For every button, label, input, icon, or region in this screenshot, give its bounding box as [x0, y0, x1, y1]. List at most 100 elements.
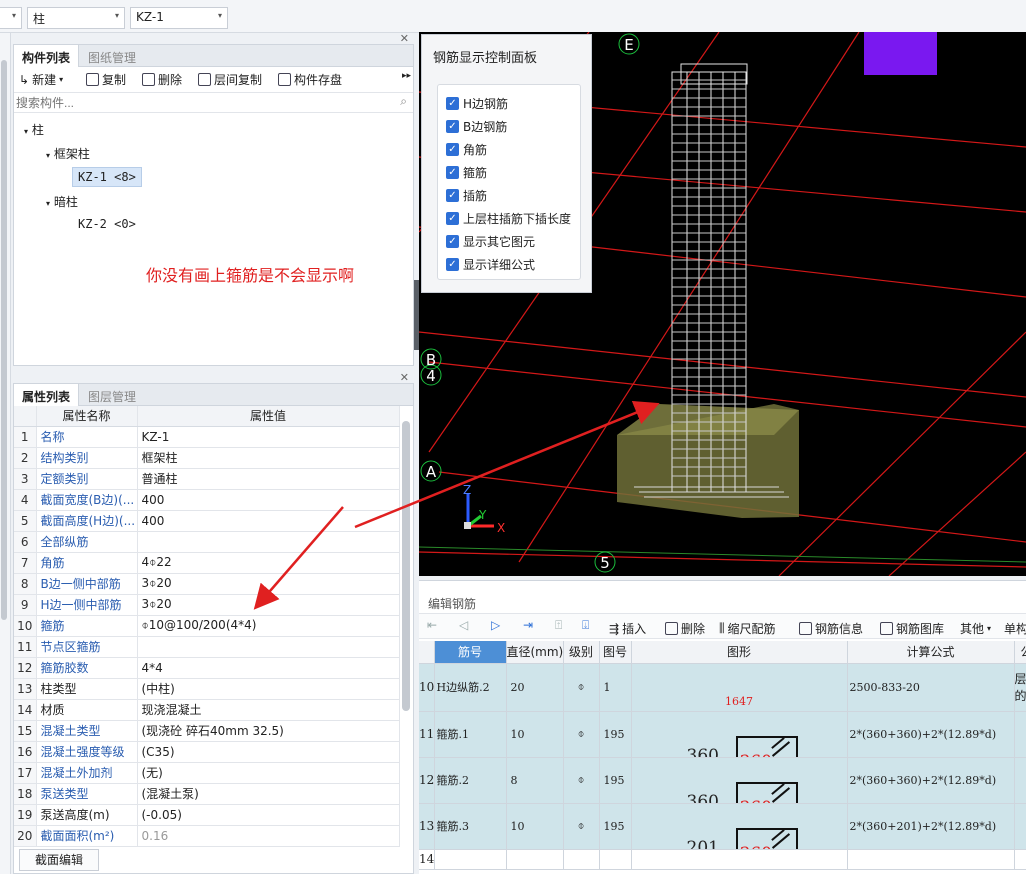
- tree-item-kz1[interactable]: KZ-1 <8>: [72, 167, 142, 187]
- display-option-checkbox[interactable]: ✓ 角筋: [446, 141, 487, 158]
- rebar-figure-no[interactable]: 195: [599, 757, 632, 804]
- tab-drawing-manage[interactable]: 图纸管理: [80, 45, 144, 67]
- display-option-checkbox[interactable]: ✓ 上层柱插筋下插长度: [446, 210, 571, 227]
- first-icon[interactable]: ⇤: [427, 618, 437, 632]
- property-value[interactable]: (现浇砼 碎石40mm 32.5): [137, 720, 400, 742]
- col-extra[interactable]: 公: [1014, 641, 1026, 664]
- category-combo[interactable]: 柱 ▾: [27, 7, 125, 29]
- property-row[interactable]: 7 角筋 4⌽22: [14, 552, 400, 574]
- rebar-bar-no[interactable]: 箍筋.3: [434, 803, 507, 850]
- rebar-extra[interactable]: 层 的: [1014, 663, 1026, 712]
- property-value[interactable]: [137, 531, 400, 553]
- tab-property-list[interactable]: 属性列表: [14, 384, 80, 406]
- floor-combo[interactable]: ▾: [0, 7, 22, 29]
- rebar-extra[interactable]: [1014, 803, 1026, 850]
- rebar-row[interactable]: 11 箍筋.1 10 ⌽ 195 360 360 2*(360+360)+2*(1…: [419, 711, 1026, 758]
- rebar-grade[interactable]: ⌽: [563, 803, 600, 850]
- rebar-bar-no[interactable]: [434, 849, 507, 870]
- property-value[interactable]: 0.16: [137, 825, 400, 847]
- rebar-extra[interactable]: [1014, 757, 1026, 804]
- rebar-bar-no[interactable]: 箍筋.1: [434, 711, 507, 758]
- rebar-formula[interactable]: 2500-833-20: [847, 663, 1015, 712]
- rebar-formula[interactable]: 2*(360+360)+2*(12.89*d): [847, 757, 1015, 804]
- col-shape[interactable]: 图形: [631, 641, 848, 664]
- save-component-button[interactable]: 构件存盘: [278, 71, 342, 88]
- property-row[interactable]: 14 材质 现浇混凝土: [14, 699, 400, 721]
- single-component-button[interactable]: 单构: [1004, 620, 1026, 637]
- property-value[interactable]: KZ-1: [137, 426, 400, 448]
- edit-delete-button[interactable]: 删除: [665, 620, 705, 637]
- property-value[interactable]: 3⌽20: [137, 594, 400, 616]
- rebar-diameter[interactable]: 20: [506, 663, 564, 712]
- rebar-row[interactable]: 13 箍筋.3 10 ⌽ 195 201 360 2*(360+201)+2*(1…: [419, 803, 1026, 850]
- property-value[interactable]: 普通柱: [137, 468, 400, 490]
- property-row[interactable]: 6 全部纵筋: [14, 531, 400, 553]
- tab-layer-manage[interactable]: 图层管理: [80, 384, 144, 406]
- rebar-grade[interactable]: [563, 849, 600, 870]
- move-up-icon[interactable]: ⍐: [555, 618, 562, 633]
- rebar-shape-cell[interactable]: 360 360: [631, 757, 848, 804]
- property-row[interactable]: 5 截面高度(H边)(... 400: [14, 510, 400, 532]
- property-row[interactable]: 20 截面面积(m²) 0.16: [14, 825, 400, 847]
- scale-rebar-button[interactable]: ⫼ 缩尺配筋: [719, 620, 776, 637]
- close-icon[interactable]: ✕: [400, 32, 409, 45]
- property-row[interactable]: 17 混凝土外加剂 (无): [14, 762, 400, 784]
- more-icon[interactable]: ▸▸: [402, 71, 411, 81]
- rebar-formula[interactable]: [847, 849, 1015, 870]
- property-row[interactable]: 19 泵送高度(m) (-0.05): [14, 804, 400, 826]
- prev-icon[interactable]: ◁: [459, 618, 468, 632]
- tree-node-frame-column[interactable]: ▾ 框架柱: [46, 145, 90, 162]
- property-row[interactable]: 16 混凝土强度等级 (C35): [14, 741, 400, 763]
- rebar-shape-cell[interactable]: 201 360: [631, 803, 848, 850]
- col-formula[interactable]: 计算公式: [847, 641, 1015, 664]
- rebar-diameter[interactable]: [506, 849, 564, 870]
- display-option-checkbox[interactable]: ✓ 箍筋: [446, 164, 487, 181]
- property-row[interactable]: 3 定额类别 普通柱: [14, 468, 400, 490]
- rebar-formula[interactable]: 2*(360+360)+2*(12.89*d): [847, 711, 1015, 758]
- property-row[interactable]: 9 H边一侧中部筋 3⌽20: [14, 594, 400, 616]
- display-option-checkbox[interactable]: ✓ 显示其它图元: [446, 233, 535, 250]
- property-row[interactable]: 18 泵送类型 (混凝土泵): [14, 783, 400, 805]
- col-grade[interactable]: 级别: [563, 641, 600, 664]
- rebar-grade[interactable]: ⌽: [563, 663, 600, 712]
- property-row[interactable]: 12 箍筋胶数 4*4: [14, 657, 400, 679]
- property-row[interactable]: 4 截面宽度(B边)(... 400: [14, 489, 400, 511]
- rebar-library-button[interactable]: 钢筋图库: [880, 620, 944, 637]
- rebar-diameter[interactable]: 10: [506, 711, 564, 758]
- insert-button[interactable]: ⇶ 插入: [609, 620, 646, 637]
- rebar-bar-no[interactable]: H边纵筋.2: [434, 663, 507, 712]
- other-menu-button[interactable]: 其他 ▾: [960, 620, 991, 637]
- property-row[interactable]: 11 节点区箍筋: [14, 636, 400, 658]
- tree-item-kz2[interactable]: KZ-2 <0>: [78, 217, 136, 231]
- property-value[interactable]: (C35): [137, 741, 400, 763]
- delete-button[interactable]: 删除: [142, 71, 182, 88]
- component-combo[interactable]: KZ-1 ▾: [130, 7, 228, 29]
- display-option-checkbox[interactable]: ✓ 显示详细公式: [446, 256, 535, 273]
- rebar-grade[interactable]: ⌽: [563, 757, 600, 804]
- rebar-row[interactable]: 14: [419, 849, 1026, 870]
- rebar-row[interactable]: 12 箍筋.2 8 ⌽ 195 360 360 2*(360+360)+2*(12…: [419, 757, 1026, 804]
- rebar-bar-no[interactable]: 箍筋.2: [434, 757, 507, 804]
- left-scrollbar[interactable]: [1, 60, 7, 620]
- property-value[interactable]: 3⌽20: [137, 573, 400, 595]
- next-icon[interactable]: ▷: [491, 618, 500, 632]
- property-value[interactable]: 4*4: [137, 657, 400, 679]
- rebar-figure-no[interactable]: 195: [599, 803, 632, 850]
- property-row[interactable]: 13 柱类型 (中柱): [14, 678, 400, 700]
- property-row[interactable]: 2 结构类别 框架柱: [14, 447, 400, 469]
- section-edit-button[interactable]: 截面编辑: [19, 849, 99, 871]
- rebar-shape-cell[interactable]: 360 360: [631, 711, 848, 758]
- rebar-diameter[interactable]: 10: [506, 803, 564, 850]
- property-row[interactable]: 1 名称 KZ-1: [14, 426, 400, 448]
- close-icon[interactable]: ✕: [400, 371, 409, 384]
- property-value[interactable]: [137, 636, 400, 658]
- col-diameter[interactable]: 直径(mm): [506, 641, 564, 664]
- rebar-figure-no[interactable]: 1: [599, 663, 632, 712]
- rebar-figure-no[interactable]: 195: [599, 711, 632, 758]
- property-value[interactable]: (-0.05): [137, 804, 400, 826]
- property-scrollbar[interactable]: [402, 421, 410, 711]
- property-row[interactable]: 15 混凝土类型 (现浇砼 碎石40mm 32.5): [14, 720, 400, 742]
- rebar-diameter[interactable]: 8: [506, 757, 564, 804]
- display-option-checkbox[interactable]: ✓ H边钢筋: [446, 95, 508, 112]
- property-value[interactable]: 框架柱: [137, 447, 400, 469]
